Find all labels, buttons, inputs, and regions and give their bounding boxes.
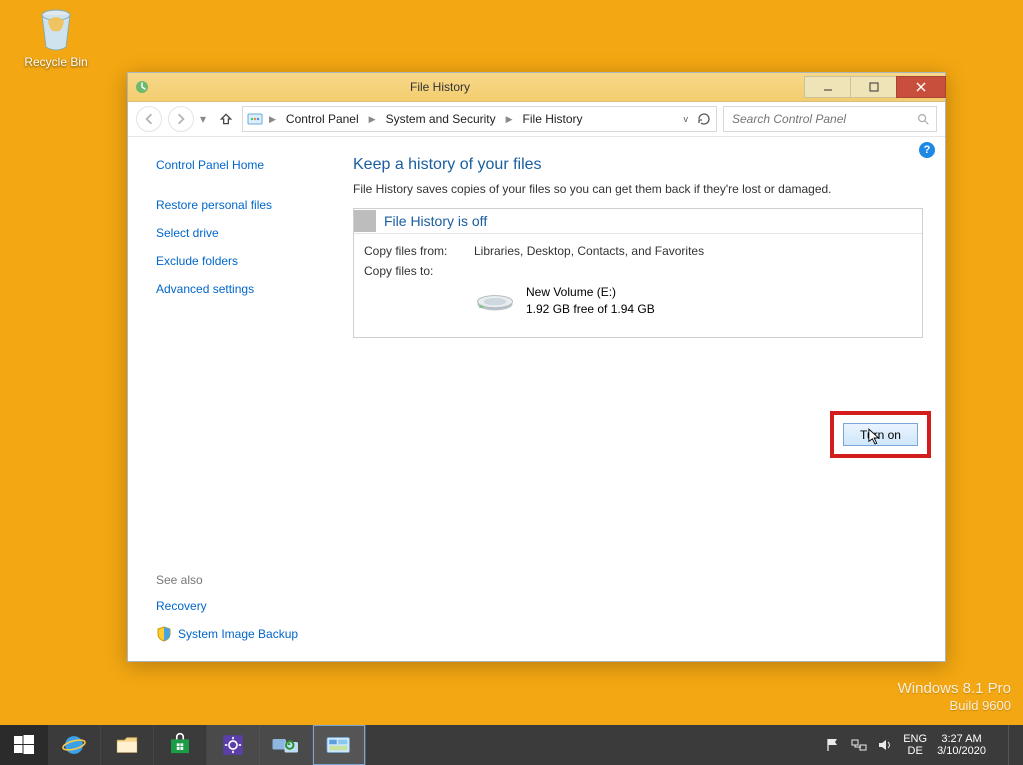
turn-on-label: Turn on <box>860 428 901 442</box>
sidebar: Control Panel Home Restore personal file… <box>128 136 343 661</box>
windows-watermark: Windows 8.1 Pro Build 9600 <box>898 679 1011 715</box>
ie-icon <box>61 732 87 758</box>
control-panel-taskbar-icon <box>324 733 354 757</box>
drive-free-space: 1.92 GB free of 1.94 GB <box>526 301 655 318</box>
shield-icon <box>156 626 172 642</box>
breadcrumb-control-panel[interactable]: Control Panel <box>282 112 363 126</box>
recycle-bin-icon <box>32 5 80 53</box>
chevron-right-icon: ▶ <box>267 114 278 125</box>
language-indicator[interactable]: ENG DE <box>903 733 927 757</box>
desktop-icon-label: Recycle Bin <box>18 55 94 69</box>
search-box[interactable] <box>723 106 937 132</box>
windows-logo-icon <box>14 735 34 755</box>
highlight-box: Turn on <box>830 411 931 458</box>
taskbar-control-panel[interactable] <box>313 725 366 765</box>
copy-from-label: Copy files from: <box>364 244 474 258</box>
copy-to-label: Copy files to: <box>364 264 474 278</box>
hard-drive-icon <box>474 284 516 314</box>
sound-icon[interactable] <box>877 737 893 753</box>
nav-history-dropdown[interactable]: ▾ <box>200 112 210 126</box>
turn-on-button[interactable]: Turn on <box>843 423 918 446</box>
sidebar-link-select-drive[interactable]: Select drive <box>156 224 343 242</box>
search-input[interactable] <box>730 111 916 127</box>
start-button[interactable] <box>0 725 48 765</box>
search-icon <box>916 112 930 126</box>
lang-primary: ENG <box>903 733 927 745</box>
chevron-right-icon: ▶ <box>504 114 515 125</box>
address-bar[interactable]: ▶ Control Panel ▶ System and Security ▶ … <box>242 106 717 132</box>
navbar: ▾ ▶ Control Panel ▶ System and Security … <box>128 102 945 137</box>
watermark-line2: Build 9600 <box>898 698 1011 715</box>
sidebar-link-advanced[interactable]: Advanced settings <box>156 280 343 298</box>
watermark-line1: Windows 8.1 Pro <box>898 679 1011 699</box>
titlebar[interactable]: File History <box>128 73 945 102</box>
breadcrumb-system-security[interactable]: System and Security <box>382 112 500 126</box>
nav-up-button[interactable] <box>216 108 236 130</box>
store-icon <box>167 732 193 758</box>
copy-from-value: Libraries, Desktop, Contacts, and Favori… <box>474 244 704 258</box>
status-panel: File History is off Copy files from: Lib… <box>353 208 923 338</box>
flag-icon[interactable] <box>825 737 841 753</box>
page-description: File History saves copies of your files … <box>353 182 923 196</box>
window-minimize-button[interactable] <box>804 76 851 98</box>
see-also-label: See also <box>156 573 343 587</box>
status-title: File History is off <box>384 209 487 233</box>
taskbar-sync[interactable] <box>260 725 313 765</box>
sidebar-home-link[interactable]: Control Panel Home <box>156 156 343 174</box>
desktop-icon-recycle-bin[interactable]: Recycle Bin <box>18 5 94 69</box>
sidebar-link-exclude[interactable]: Exclude folders <box>156 252 343 270</box>
control-panel-icon <box>247 111 263 127</box>
breadcrumb-file-history[interactable]: File History <box>519 112 587 126</box>
gear-icon <box>220 732 246 758</box>
taskbar: ENG DE 3:27 AM 3/10/2020 <box>0 725 1023 765</box>
folder-icon <box>114 732 140 758</box>
lang-secondary: DE <box>903 745 927 757</box>
clock-time: 3:27 AM <box>937 733 986 745</box>
page-heading: Keep a history of your files <box>353 156 923 174</box>
sidebar-link-restore[interactable]: Restore personal files <box>156 196 343 214</box>
chevron-right-icon: ▶ <box>367 114 378 125</box>
show-desktop-button[interactable] <box>1008 725 1017 765</box>
drive-name: New Volume (E:) <box>526 284 655 301</box>
taskbar-ie[interactable] <box>48 725 101 765</box>
system-tray: ENG DE 3:27 AM 3/10/2020 <box>825 725 1023 765</box>
content-area: ? Keep a history of your files File Hist… <box>343 136 945 661</box>
see-also-recovery[interactable]: Recovery <box>156 597 343 615</box>
help-button[interactable]: ? <box>919 142 935 158</box>
window-close-button[interactable] <box>896 76 946 98</box>
clock-date: 3/10/2020 <box>937 745 986 757</box>
window-title: File History <box>76 80 804 94</box>
window-file-history: File History ▾ ▶ Control Panel ▶ System … <box>127 72 946 662</box>
nav-back-button[interactable] <box>136 106 162 132</box>
window-maximize-button[interactable] <box>850 76 897 98</box>
see-also-system-image-backup[interactable]: System Image Backup <box>178 625 298 643</box>
status-indicator-icon <box>354 210 376 232</box>
taskbar-explorer[interactable] <box>101 725 154 765</box>
taskbar-settings[interactable] <box>207 725 260 765</box>
address-dropdown-icon[interactable]: v <box>684 114 689 124</box>
nav-forward-button[interactable] <box>168 106 194 132</box>
refresh-button[interactable] <box>696 111 712 127</box>
clock[interactable]: 3:27 AM 3/10/2020 <box>937 733 986 757</box>
network-icon[interactable] <box>851 737 867 753</box>
sync-icon <box>271 733 301 757</box>
taskbar-store[interactable] <box>154 725 207 765</box>
